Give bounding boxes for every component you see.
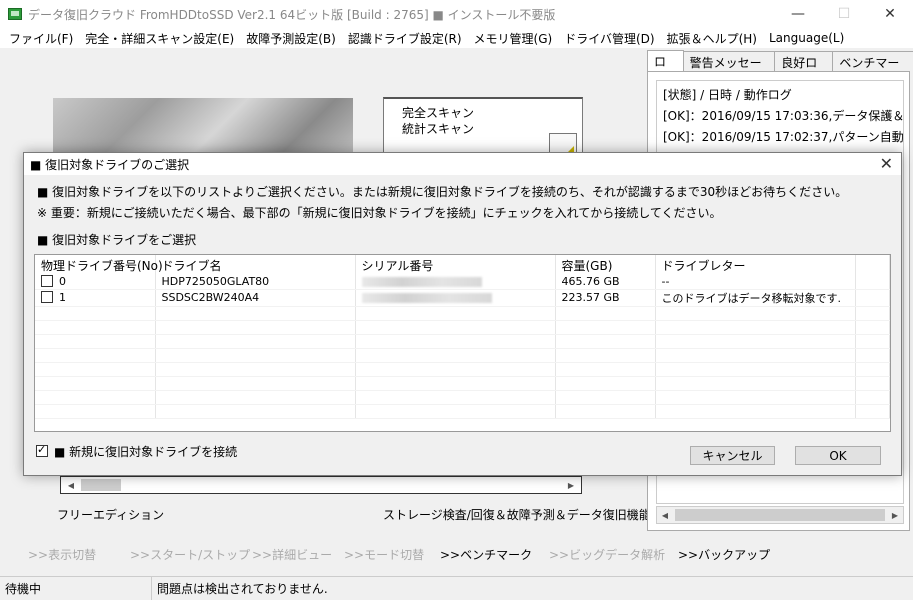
nav-backup[interactable]: >>バックアップ (678, 546, 770, 563)
status-message: 問題点は検出されておりません. (157, 582, 328, 596)
select-drive-dialog: ■ 復旧対象ドライブのご選択 ✕ ■ 復旧対象ドライブを以下のリストよりご選択く… (23, 152, 902, 476)
tab-warnings[interactable]: 警告メッセージ (682, 51, 776, 87)
col-drive-no[interactable]: 物理ドライブ番号(No) (35, 255, 163, 275)
log-horizontal-scrollbar[interactable]: ◀ ▶ (656, 506, 904, 524)
scroll-right-icon[interactable]: ▶ (563, 481, 579, 490)
menu-help[interactable]: 拡張＆ヘルプ(H) (661, 30, 763, 47)
log-entry: [OK]：2016/09/15 17:02:37,パターン自動更新開 (663, 130, 904, 144)
col-capacity[interactable]: 容量(GB) (555, 255, 656, 275)
window-controls: — ☐ ✕ (775, 0, 913, 28)
dialog-section-heading: ■ 復旧対象ドライブをご選択 (37, 233, 197, 247)
col-serial[interactable]: シリアル番号 (355, 255, 556, 275)
menu-bar: ファイル(F) 完全・詳細スキャン設定(E) 故障予測設定(B) 認識ドライブ設… (0, 28, 913, 48)
status-state: 待機中 (0, 577, 152, 600)
drive-no: 0 (59, 275, 66, 289)
full-scan-label[interactable]: 完全スキャン (402, 105, 564, 121)
log-tabs: ログ 警告メッセージ 良好ログ ベンチマーク (647, 50, 913, 87)
row-checkbox[interactable] (41, 291, 53, 303)
menu-file[interactable]: ファイル(F) (3, 30, 79, 47)
menu-failure-prediction[interactable]: 故障予測設定(B) (240, 30, 342, 47)
storage-feature-label: ストレージ検査/回復＆故障予測＆データ復旧機能 (383, 508, 651, 522)
dialog-important-note: ※ 重要：新規にご接続いただく場合、最下部の「新規に復旧対象ドライブを接続」にチ… (37, 206, 722, 220)
dialog-instructions: ■ 復旧対象ドライブを以下のリストよりご選択ください。または新規に復旧対象ドライ… (37, 185, 848, 199)
menu-language[interactable]: Language(L) (763, 31, 850, 45)
minimize-button[interactable]: — (775, 0, 821, 28)
tab-benchmark[interactable]: ベンチマーク (832, 51, 913, 87)
tab-good-log[interactable]: 良好ログ (774, 51, 834, 87)
table-header: 物理ドライブ番号(No) ドライブ名 シリアル番号 容量(GB) ドライブレター (35, 255, 890, 275)
serial-number (355, 289, 556, 307)
nav-big-data[interactable]: >>ビッグデータ解析 (549, 546, 665, 563)
menu-drive-settings[interactable]: 認識ドライブ設定(R) (342, 30, 468, 47)
maximize-button[interactable]: ☐ (821, 0, 867, 28)
nav-start-stop[interactable]: >>スタート/ストップ (130, 546, 250, 563)
connect-new-drive-checkbox[interactable] (36, 443, 48, 457)
col-drive-letter[interactable]: ドライブレター (655, 255, 856, 275)
scroll-right-icon[interactable]: ▶ (887, 511, 903, 520)
nav-detail-view[interactable]: >>詳細ビュー (252, 546, 332, 563)
connect-new-drive-label: ■ 新規に復旧対象ドライブを接続 (54, 445, 238, 459)
nav-mode-toggle[interactable]: >>モード切替 (344, 546, 424, 563)
drive-no: 1 (59, 291, 66, 304)
scroll-left-icon[interactable]: ◀ (657, 511, 673, 520)
tab-log[interactable]: ログ (647, 50, 684, 86)
drive-name: HDP725050GLAT80 (155, 275, 356, 290)
scroll-thumb[interactable] (81, 479, 121, 491)
menu-memory[interactable]: メモリ管理(G) (468, 30, 559, 47)
title-bar: データ復旧クラウド FromHDDtoSSD Ver2.1 64ビット版 [Bu… (0, 0, 913, 28)
nav-display-toggle[interactable]: >>表示切替 (28, 546, 96, 563)
horizontal-scrollbar[interactable]: ◀ ▶ (60, 476, 582, 494)
drive-list: 物理ドライブ番号(No) ドライブ名 シリアル番号 容量(GB) ドライブレター… (34, 254, 891, 432)
drive-letter: このドライブはデータ移転対象です. (655, 289, 856, 307)
cancel-button[interactable]: キャンセル (690, 446, 775, 465)
capacity: 223.57 GB (555, 289, 656, 307)
hdd-image (53, 98, 353, 153)
bottom-nav: >>表示切替 >>スタート/ストップ >>詳細ビュー >>モード切替 >>ベンチ… (0, 544, 913, 564)
table-row[interactable]: 1 SSDSC2BW240A4 223.57 GB このドライブはデータ移転対象… (35, 289, 890, 307)
log-header: [状態] / 日時 / 動作ログ (663, 88, 792, 102)
capacity: 465.76 GB (555, 275, 656, 290)
col-drive-name[interactable]: ドライブ名 (155, 255, 356, 275)
dialog-title-bar: ■ 復旧対象ドライブのご選択 ✕ (24, 153, 901, 175)
scroll-left-icon[interactable]: ◀ (63, 481, 79, 490)
app-icon (8, 8, 22, 20)
dialog-title: ■ 復旧対象ドライブのご選択 (30, 157, 190, 172)
close-button[interactable]: ✕ (867, 0, 913, 28)
serial-number (355, 275, 556, 290)
log-entry: [OK]：2016/09/15 17:03:36,データ保護＆節電機 (663, 109, 904, 123)
connect-new-drive[interactable]: ■ 新規に復旧対象ドライブを接続 (36, 443, 237, 460)
edition-label: フリーエディション (57, 508, 165, 522)
ok-button[interactable]: OK (795, 446, 881, 465)
menu-driver[interactable]: ドライバ管理(D) (558, 30, 660, 47)
drive-name: SSDSC2BW240A4 (155, 289, 356, 307)
scan-panel: 完全スキャン 統計スキャン (383, 97, 583, 159)
scroll-thumb[interactable] (675, 509, 885, 521)
table-row[interactable]: 0 HDP725050GLAT80 465.76 GB -- (35, 275, 890, 290)
stat-scan-label[interactable]: 統計スキャン (402, 121, 564, 137)
drive-letter: -- (655, 275, 856, 290)
dialog-close-button[interactable]: ✕ (880, 154, 893, 173)
status-bar: 待機中 問題点は検出されておりません. (0, 576, 913, 600)
menu-scan-settings[interactable]: 完全・詳細スキャン設定(E) (79, 30, 240, 47)
nav-benchmark[interactable]: >>ベンチマーク (440, 546, 532, 563)
window-title: データ復旧クラウド FromHDDtoSSD Ver2.1 64ビット版 [Bu… (28, 7, 556, 22)
row-checkbox[interactable] (41, 275, 53, 288)
